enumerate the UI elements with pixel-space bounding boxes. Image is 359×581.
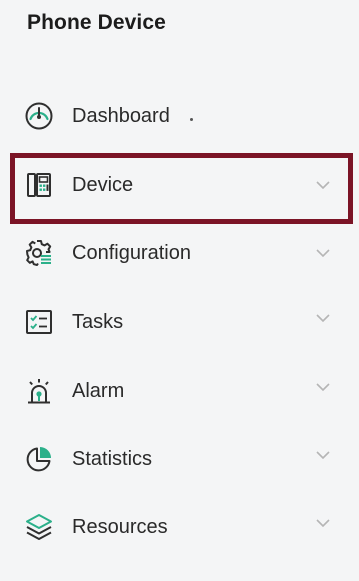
menu-item-label: Configuration xyxy=(72,241,191,264)
dashboard-gauge-icon xyxy=(22,99,56,133)
menu-item-statistics[interactable]: Statistics xyxy=(0,434,359,484)
chevron-down-icon[interactable] xyxy=(314,514,332,532)
menu-item-label: Alarm xyxy=(72,379,125,402)
configuration-gear-icon xyxy=(22,236,56,270)
menu-item-alarm[interactable]: Alarm xyxy=(0,366,359,416)
menu-item-label: Resources xyxy=(72,515,168,538)
chevron-down-icon[interactable] xyxy=(314,244,332,262)
menu-item-label: Dashboard xyxy=(72,104,170,127)
menu-item-configuration[interactable]: Configuration xyxy=(0,228,359,278)
chevron-down-icon[interactable] xyxy=(314,176,332,194)
menu-item-device[interactable]: Device xyxy=(0,160,359,210)
menu-item-label: Device xyxy=(72,173,134,196)
alarm-siren-icon xyxy=(22,374,56,408)
decorative-dot xyxy=(190,118,193,121)
menu-item-dashboard[interactable]: Dashboard xyxy=(0,91,359,141)
statistics-pie-icon xyxy=(22,442,56,476)
chevron-down-icon[interactable] xyxy=(314,446,332,464)
menu-item-label: Tasks xyxy=(72,310,124,333)
chevron-down-icon[interactable] xyxy=(314,378,332,396)
resources-layers-icon xyxy=(22,510,56,544)
device-phone-icon xyxy=(22,168,56,202)
menu-item-tasks[interactable]: Tasks xyxy=(0,297,359,347)
menu-item-label: Statistics xyxy=(72,447,153,470)
page-title: Phone Device xyxy=(27,11,166,34)
menu-item-resources[interactable]: Resources xyxy=(0,502,359,552)
tasks-checklist-icon xyxy=(22,305,56,339)
chevron-down-icon[interactable] xyxy=(314,309,332,327)
